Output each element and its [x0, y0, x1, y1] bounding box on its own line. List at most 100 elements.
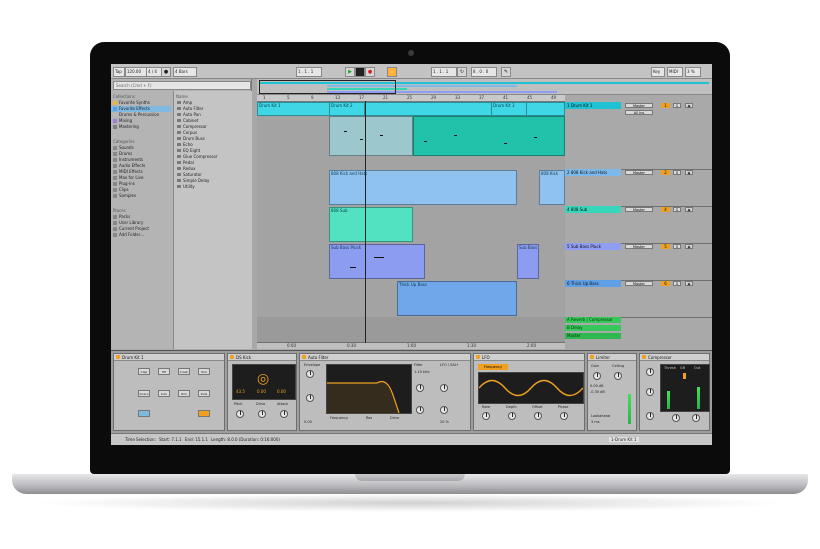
arm-icon[interactable]: ◉: [685, 244, 693, 249]
makeup-knob[interactable]: [692, 414, 700, 422]
track-header[interactable]: 4 808 Sub Master 4 S ◉: [565, 206, 712, 244]
lfo-mode-button[interactable]: Frequency: [478, 364, 508, 370]
limiter-device[interactable]: Limiter Gain Ceiling 0.00 dB -0.30 dB Lo…: [587, 353, 637, 431]
arrangement-overview[interactable]: [257, 79, 712, 95]
arm-icon[interactable]: ◉: [685, 103, 693, 108]
clip[interactable]: 808 Kick: [539, 170, 565, 205]
collection-item[interactable]: Mastering: [111, 124, 171, 130]
drum-pad-playing[interactable]: [198, 410, 210, 417]
drum-pad[interactable]: Tom: [198, 368, 210, 375]
solo-button[interactable]: S: [673, 103, 681, 108]
clip[interactable]: Thick Up Bass: [397, 281, 517, 316]
phase-knob[interactable]: [560, 412, 568, 420]
time-signature-field[interactable]: 4 / 4: [146, 67, 162, 77]
clip-selected[interactable]: [329, 116, 413, 156]
drum-pad[interactable]: Kick: [158, 390, 170, 397]
release-knob[interactable]: [646, 412, 654, 420]
solo-button[interactable]: S: [673, 244, 681, 249]
solo-button[interactable]: S: [673, 281, 681, 286]
auto-filter-device[interactable]: Auto Filter Envelope Filter 1.10 kHz LFO…: [299, 353, 471, 431]
lfo-amount-knob[interactable]: [440, 384, 448, 392]
drum-pad-selected[interactable]: [138, 410, 150, 417]
tempo-field[interactable]: 120.00: [125, 67, 147, 77]
output-select[interactable]: Master: [625, 244, 653, 249]
arrangement-view[interactable]: 1 5 9 13 17 21 25 29 33 37 41 45 49 Drum…: [257, 95, 565, 349]
power-icon[interactable]: [116, 355, 120, 359]
track-lane[interactable]: 808 Sub: [257, 206, 565, 244]
track-activator[interactable]: 1: [661, 103, 670, 108]
track-name[interactable]: 2 808 Kick and Hats: [565, 169, 621, 176]
track-header[interactable]: 1 Drum Kit 1 Master 1 S ◉ All Ins: [565, 102, 712, 170]
track-lane[interactable]: Sub Bass Pluck Sub Bass: [257, 243, 565, 281]
dry-wet-knob[interactable]: [672, 414, 680, 422]
output-select[interactable]: Master: [625, 170, 653, 175]
clip[interactable]: Drum Kit 3: [491, 102, 527, 116]
track-name[interactable]: 6 Thick Up Bass: [565, 280, 621, 287]
clip[interactable]: 808 Sub: [329, 207, 413, 242]
attack-knob[interactable]: [646, 388, 654, 396]
filter-curve-display[interactable]: [326, 364, 412, 414]
output-select[interactable]: Master: [625, 207, 653, 212]
track-activator[interactable]: 4: [661, 207, 670, 212]
power-icon[interactable]: [230, 355, 234, 359]
place-item[interactable]: Add Folder…: [111, 232, 171, 238]
arm-icon[interactable]: ◉: [685, 281, 693, 286]
arm-icon[interactable]: ◉: [685, 207, 693, 212]
tap-button[interactable]: Tap: [113, 67, 125, 77]
lfo-device[interactable]: LFO Frequency Rate Depth Offset Phase: [473, 353, 585, 431]
rate-knob[interactable]: [482, 412, 490, 420]
category-item[interactable]: Samples: [111, 193, 171, 199]
clip[interactable]: Sub Bass Pluck: [329, 244, 425, 279]
time-ruler[interactable]: 0:00 0:30 1:00 1:30 2:00: [257, 343, 565, 349]
loop-start-field[interactable]: 1 . 1 . 1: [431, 67, 457, 77]
attack-knob[interactable]: [306, 394, 314, 402]
gain-knob[interactable]: [593, 372, 601, 380]
clip[interactable]: 808 Kick and Hats: [329, 170, 517, 205]
power-icon[interactable]: [642, 355, 646, 359]
depth-knob[interactable]: [508, 412, 516, 420]
track-lane[interactable]: 808 Kick and Hats 808 Kick: [257, 169, 565, 207]
offset-knob[interactable]: [534, 412, 542, 420]
drive-knob[interactable]: [258, 410, 266, 418]
master-track[interactable]: Master: [565, 333, 621, 339]
solo-button[interactable]: S: [673, 170, 681, 175]
pencil-icon[interactable]: ✎: [501, 67, 511, 77]
loop-icon[interactable]: ↻: [457, 67, 467, 77]
automation-arm-button[interactable]: [387, 67, 397, 77]
output-select[interactable]: Master: [625, 281, 653, 286]
midi-map-button[interactable]: MIDI: [667, 67, 683, 77]
overview-view-box[interactable]: [259, 80, 396, 94]
ceiling-knob[interactable]: [614, 372, 622, 380]
pitch-knob[interactable]: [236, 410, 244, 418]
master-lane[interactable]: [257, 333, 565, 343]
frequency-knob[interactable]: [416, 384, 424, 392]
return-track-b[interactable]: B Delay: [565, 325, 621, 331]
power-icon[interactable]: [476, 355, 480, 359]
clip[interactable]: Sub Bass: [517, 244, 539, 279]
drum-pad[interactable]: Clap: [138, 368, 150, 375]
drum-rack-device[interactable]: Drum Kit 1 Clap HH Crash Tom Snare Kick …: [113, 353, 225, 431]
track-lane[interactable]: Thick Up Bass: [257, 280, 565, 318]
track-name[interactable]: 5 Sub Bass Pluck: [565, 243, 621, 250]
drum-pad[interactable]: Crash: [178, 368, 190, 375]
file-item[interactable]: Utility: [174, 184, 252, 190]
input-select[interactable]: All Ins: [625, 110, 653, 115]
position-field[interactable]: 1 . 1 . 1: [296, 67, 322, 77]
track-header[interactable]: 2 808 Kick and Hats Master 2 S ◉: [565, 169, 712, 207]
solo-button[interactable]: S: [673, 207, 681, 212]
track-header[interactable]: 6 Thick Up Bass Master 6 S ◉: [565, 280, 712, 318]
compressor-device[interactable]: Compressor Thresh GR Out: [639, 353, 710, 431]
track-activator[interactable]: 6: [661, 281, 670, 286]
track-name[interactable]: 4 808 Sub: [565, 206, 621, 213]
lfo-waveform-display[interactable]: [478, 372, 584, 404]
track-name[interactable]: 1 Drum Kit 1: [565, 102, 621, 109]
power-icon[interactable]: [302, 355, 306, 359]
lfo-rate-knob[interactable]: [440, 406, 448, 414]
stop-button[interactable]: [355, 67, 365, 77]
clip[interactable]: [413, 116, 565, 156]
envelope-knob[interactable]: [306, 370, 314, 378]
metronome-icon[interactable]: ●: [161, 67, 171, 77]
drum-pad[interactable]: HH: [158, 368, 170, 375]
ratio-knob[interactable]: [646, 368, 654, 376]
drum-pad[interactable]: Snare: [138, 390, 150, 397]
